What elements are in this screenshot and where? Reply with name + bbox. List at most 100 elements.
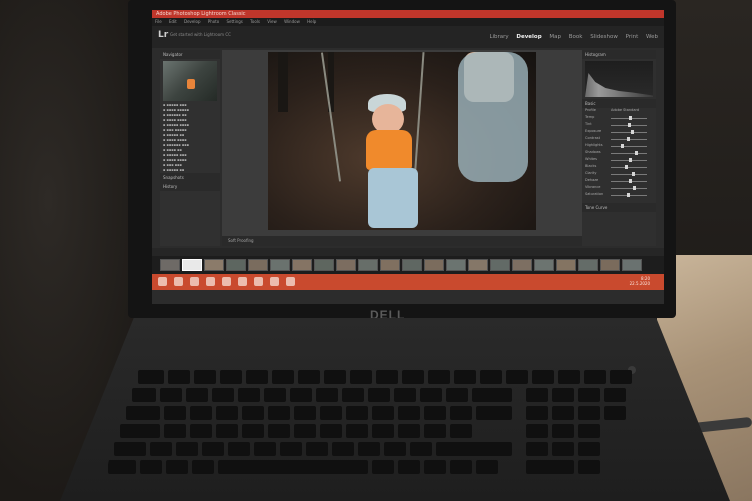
key[interactable] [160, 388, 182, 402]
key[interactable] [450, 406, 472, 420]
filmstrip-thumb[interactable] [424, 259, 444, 271]
key[interactable] [358, 442, 380, 456]
filmstrip-thumb[interactable] [160, 259, 180, 271]
key[interactable] [298, 370, 320, 384]
slider-knob[interactable] [635, 151, 638, 155]
key[interactable] [216, 424, 238, 438]
menu-view[interactable]: View [267, 19, 277, 24]
key[interactable] [372, 406, 394, 420]
slider-dehaze[interactable]: Dehaze [585, 178, 653, 185]
slider-knob[interactable] [629, 179, 632, 183]
key[interactable] [294, 406, 316, 420]
key[interactable] [578, 388, 600, 402]
filmstrip-thumb[interactable] [512, 259, 532, 271]
profile-row[interactable]: Profile Adobe Standard [585, 108, 653, 115]
key[interactable] [610, 370, 632, 384]
slider-knob[interactable] [631, 130, 634, 134]
key[interactable] [346, 406, 368, 420]
search-icon[interactable] [174, 277, 183, 286]
key[interactable] [306, 442, 328, 456]
key[interactable] [126, 406, 160, 420]
key[interactable] [558, 370, 580, 384]
key[interactable] [398, 424, 420, 438]
key[interactable] [428, 370, 450, 384]
key[interactable] [164, 424, 186, 438]
key[interactable] [164, 406, 186, 420]
key[interactable] [526, 424, 548, 438]
snapshots-header[interactable]: Snapshots [160, 173, 220, 182]
module-library[interactable]: Library [489, 34, 508, 40]
filmstrip-thumb[interactable] [468, 259, 488, 271]
key[interactable] [578, 442, 600, 456]
key[interactable] [454, 370, 476, 384]
navigator-header[interactable]: Navigator [160, 50, 220, 59]
key[interactable] [604, 388, 626, 402]
key[interactable] [268, 406, 290, 420]
slider-knob[interactable] [632, 172, 635, 176]
slider-knob[interactable] [628, 123, 631, 127]
key[interactable] [342, 388, 364, 402]
module-map[interactable]: Map [549, 34, 561, 40]
key[interactable] [446, 388, 468, 402]
key[interactable] [316, 388, 338, 402]
tone-curve-header[interactable]: Tone Curve [582, 203, 656, 212]
key[interactable] [526, 442, 548, 456]
slider-blacks[interactable]: Blacks [585, 164, 653, 171]
module-develop[interactable]: Develop [516, 34, 541, 40]
slider-knob[interactable] [625, 165, 628, 169]
slider-saturation[interactable]: Saturation [585, 192, 653, 199]
key[interactable] [424, 460, 446, 474]
key[interactable] [324, 370, 346, 384]
filmstrip-thumb[interactable] [446, 259, 466, 271]
key[interactable] [166, 460, 188, 474]
image-canvas[interactable] [222, 50, 582, 236]
key[interactable] [552, 442, 574, 456]
key[interactable] [450, 424, 472, 438]
key[interactable] [192, 460, 214, 474]
key[interactable] [436, 442, 512, 456]
basic-header[interactable]: Basic [582, 99, 656, 108]
key[interactable] [350, 370, 372, 384]
menu-settings[interactable]: Settings [226, 19, 242, 24]
lightroom-taskbar-icon[interactable] [286, 277, 295, 286]
key[interactable] [578, 460, 600, 474]
browser-icon[interactable] [222, 277, 231, 286]
key[interactable] [372, 424, 394, 438]
key[interactable] [332, 442, 354, 456]
filmstrip-thumb[interactable] [402, 259, 422, 271]
menu-window[interactable]: Window [284, 19, 300, 24]
menu-help[interactable]: Help [307, 19, 316, 24]
filmstrip-thumb[interactable] [556, 259, 576, 271]
slider-highlights[interactable]: Highlights [585, 143, 653, 150]
filmstrip-thumb[interactable] [248, 259, 268, 271]
slider-tint[interactable]: Tint [585, 122, 653, 129]
key[interactable] [476, 406, 512, 420]
key[interactable] [168, 370, 190, 384]
key[interactable] [268, 424, 290, 438]
filmstrip-thumb[interactable] [622, 259, 642, 271]
filmstrip-thumb[interactable] [204, 259, 224, 271]
key[interactable] [320, 424, 342, 438]
slider-exposure[interactable]: Exposure [585, 129, 653, 136]
slider-knob[interactable] [627, 193, 630, 197]
filmstrip-thumb[interactable] [380, 259, 400, 271]
key[interactable] [584, 370, 606, 384]
key[interactable] [294, 424, 316, 438]
key[interactable] [264, 388, 286, 402]
app-icon[interactable] [270, 277, 279, 286]
key[interactable] [228, 442, 250, 456]
slider-temp[interactable]: Temp [585, 115, 653, 122]
key[interactable] [376, 370, 398, 384]
key[interactable] [140, 460, 162, 474]
filmstrip[interactable] [152, 256, 664, 274]
menu-photo[interactable]: Photo [208, 19, 219, 24]
slider-whites[interactable]: Whites [585, 157, 653, 164]
key[interactable] [272, 370, 294, 384]
module-web[interactable]: Web [646, 34, 658, 40]
key[interactable] [320, 406, 342, 420]
key[interactable] [120, 424, 160, 438]
key[interactable] [220, 370, 242, 384]
menu-file[interactable]: File [155, 19, 162, 24]
histogram-header[interactable]: Histogram [582, 50, 656, 59]
slider-vibrance[interactable]: Vibrance [585, 185, 653, 192]
